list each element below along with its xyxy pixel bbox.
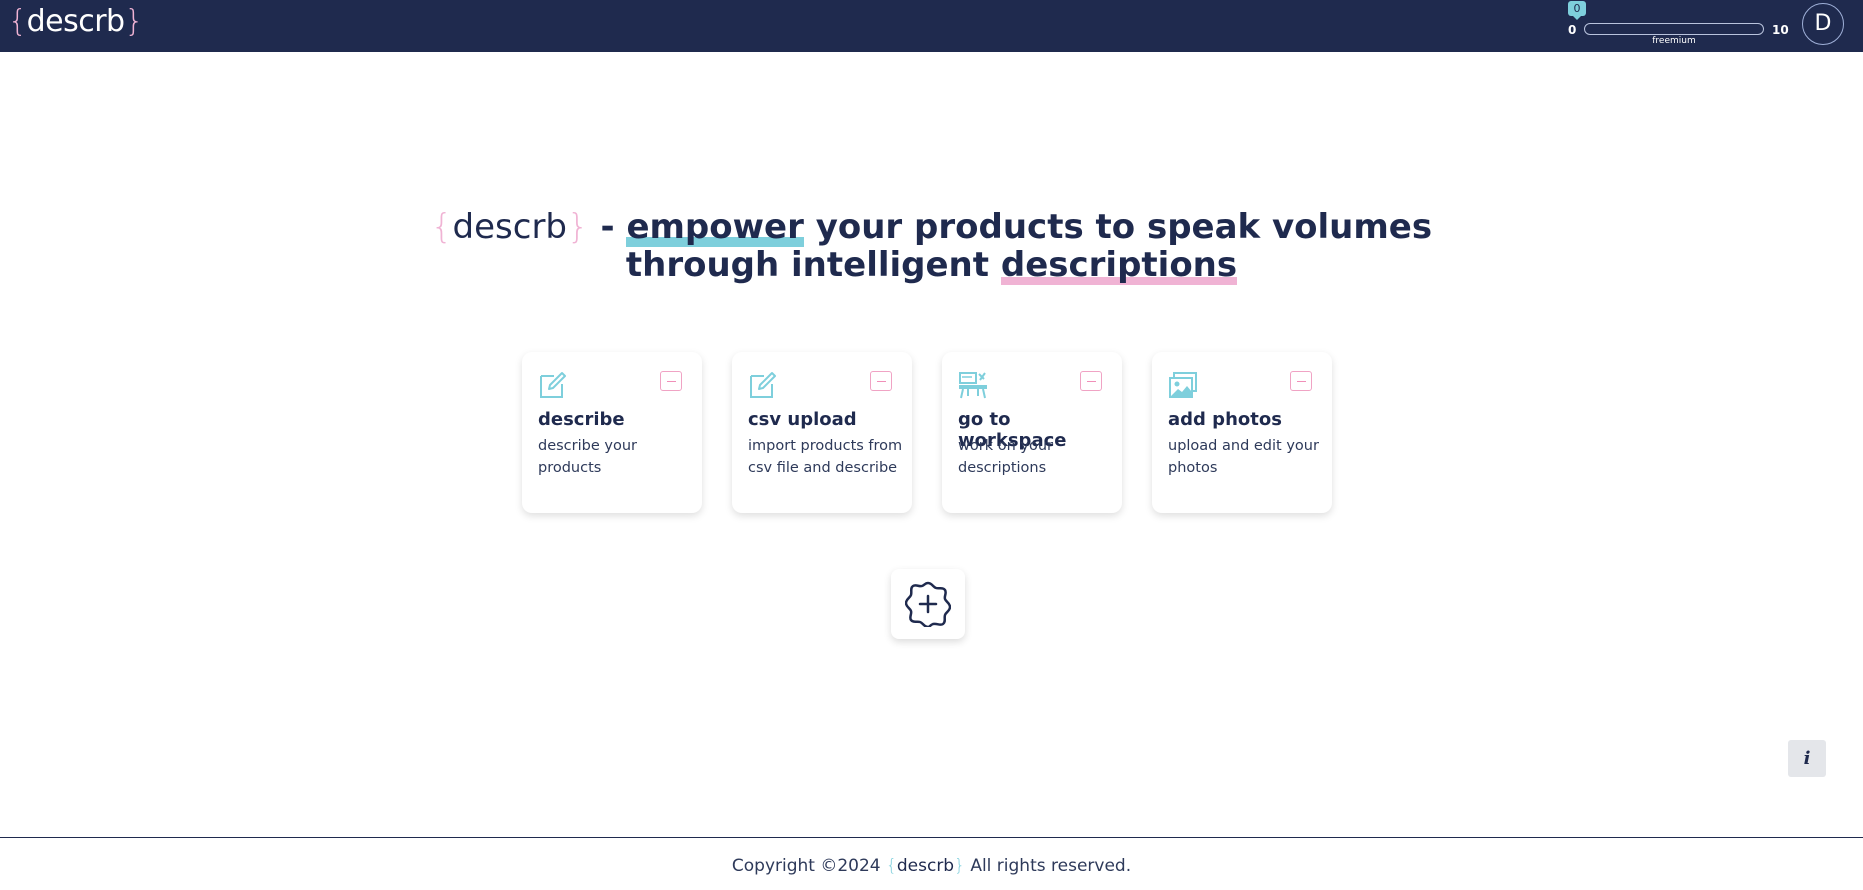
- info-button[interactable]: i: [1788, 740, 1826, 777]
- card-go-to-workspace[interactable]: go to workspace work on your description…: [942, 352, 1122, 513]
- card-description: upload and edit your photos: [1168, 438, 1319, 476]
- footer-rights: All rights reserved.: [964, 856, 1132, 876]
- usage-meter: 0 0 10 freemium: [1568, 0, 1789, 52]
- card-add-photos[interactable]: add photos upload and edit your photos: [1152, 352, 1332, 513]
- usage-count-badge: 0: [1568, 1, 1586, 20]
- footer-brace-close: }: [954, 856, 965, 876]
- card-title: csv upload: [748, 409, 857, 430]
- footer-copyright: Copyright ©2024: [731, 856, 887, 876]
- card-csv-upload[interactable]: csv upload import products from csv file…: [732, 352, 912, 513]
- card-title: describe: [538, 409, 625, 430]
- hero-brand: {descrb}: [431, 207, 589, 247]
- footer: Copyright ©2024 {descrb} All rights rese…: [0, 856, 1863, 876]
- hero-line1-rest: your products to speak volumes: [803, 207, 1433, 247]
- logo[interactable]: {descrb}: [8, 3, 144, 41]
- usage-progress-bar: [1584, 23, 1764, 35]
- card-description: import products from csv file and descri…: [748, 438, 903, 476]
- footer-divider: [0, 837, 1863, 838]
- hero-line2-start: through intelligent: [625, 245, 1001, 285]
- top-navbar: {descrb} 0 0 10 freemium D: [0, 0, 1863, 52]
- remove-card-button[interactable]: [660, 371, 682, 391]
- footer-brace-open: {: [886, 856, 897, 876]
- logo-text: descrb: [26, 4, 126, 39]
- footer-brand: {descrb}: [886, 856, 965, 876]
- card-description: work on your descriptions: [958, 438, 1053, 476]
- hero-line-1: {descrb} - empower your products to spea…: [0, 207, 1863, 247]
- hero-heading: {descrb} - empower your products to spea…: [0, 207, 1863, 285]
- card-description: describe your products: [538, 438, 637, 476]
- hero-brand-text: descrb: [452, 207, 567, 247]
- usage-max-label: 10: [1772, 23, 1789, 37]
- hero-brace-close: }: [567, 207, 589, 247]
- usage-min-label: 0: [1568, 23, 1577, 37]
- hero-dash: -: [588, 207, 627, 247]
- hero-brace-open: {: [430, 207, 453, 247]
- add-badge-icon: [905, 581, 951, 627]
- card-title: add photos: [1168, 409, 1282, 430]
- remove-card-button[interactable]: [870, 371, 892, 391]
- card-describe[interactable]: describe describe your products: [522, 352, 702, 513]
- logo-brace-open: {: [8, 4, 27, 39]
- add-shortcut-button[interactable]: [891, 569, 965, 639]
- user-avatar[interactable]: D: [1802, 3, 1844, 45]
- workspace-icon: [959, 372, 987, 399]
- hero-line-2: through intelligent descriptions: [0, 245, 1863, 285]
- remove-card-button[interactable]: [1290, 371, 1312, 391]
- edit-icon: [540, 372, 566, 398]
- edit-icon: [750, 372, 776, 398]
- hero-highlight-empower: empower: [626, 207, 804, 247]
- logo-brace-close: }: [124, 4, 144, 39]
- usage-plan-label: freemium: [1652, 36, 1696, 46]
- remove-card-button[interactable]: [1080, 371, 1102, 391]
- hero-highlight-descriptions: descriptions: [1000, 245, 1238, 285]
- photos-icon: [1169, 372, 1197, 398]
- footer-brand-text: descrb: [896, 856, 955, 876]
